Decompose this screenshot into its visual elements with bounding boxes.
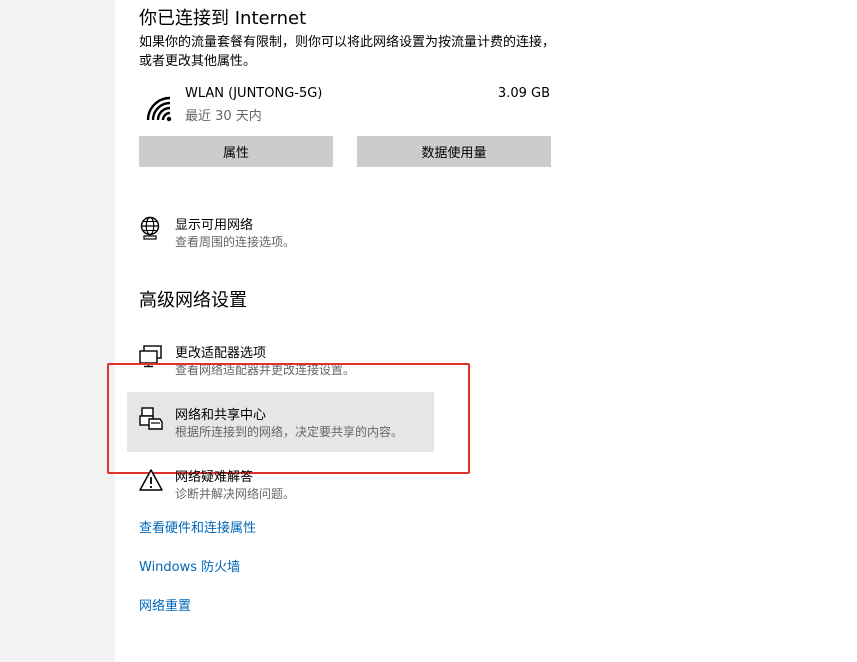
hardware-properties-link[interactable]: 查看硬件和连接属性 [139,517,256,536]
windows-firewall-link[interactable]: Windows 防火墙 [139,556,240,575]
adapter-options-title: 更改适配器选项 [175,346,267,361]
troubleshooter-title: 网络疑难解答 [175,470,254,485]
network-troubleshooter[interactable]: 网络疑难解答 诊断并解决网络问题。 [139,466,469,510]
status-description: 如果你的流量套餐有限制，则你可以将此网络设置为按流量计费的连接，或者更改其他属性… [139,35,556,69]
show-available-networks[interactable]: 显示可用网络 查看周围的连接选项。 [139,214,469,258]
show-networks-title: 显示可用网络 [175,218,254,233]
warning-icon [139,469,163,491]
network-reset-link[interactable]: 网络重置 [139,595,191,614]
wlan-connection: WLAN (JUNTONG-5G) 最近 30 天内 3.09 GB [139,84,551,128]
troubleshooter-subtitle: 诊断并解决网络问题。 [175,487,296,501]
network-status-page: 你已连接到 Internet 如果你的流量套餐有限制，则你可以将此网络设置为按流… [0,0,857,662]
data-usage-button[interactable]: 数据使用量 [357,136,551,167]
show-networks-subtitle: 查看周围的连接选项。 [175,235,296,249]
properties-button[interactable]: 属性 [139,136,333,167]
advanced-settings-heading: 高级网络设置 [139,290,247,311]
status-heading: 你已连接到 Internet [139,8,307,29]
wlan-period: 最近 30 天内 [185,109,262,124]
annotation-highlight-box [107,363,470,474]
wifi-icon [146,96,172,122]
wlan-data-usage: 3.09 GB [497,86,550,101]
globe-icon [140,216,160,240]
wlan-name: WLAN (JUNTONG-5G) [185,86,323,101]
